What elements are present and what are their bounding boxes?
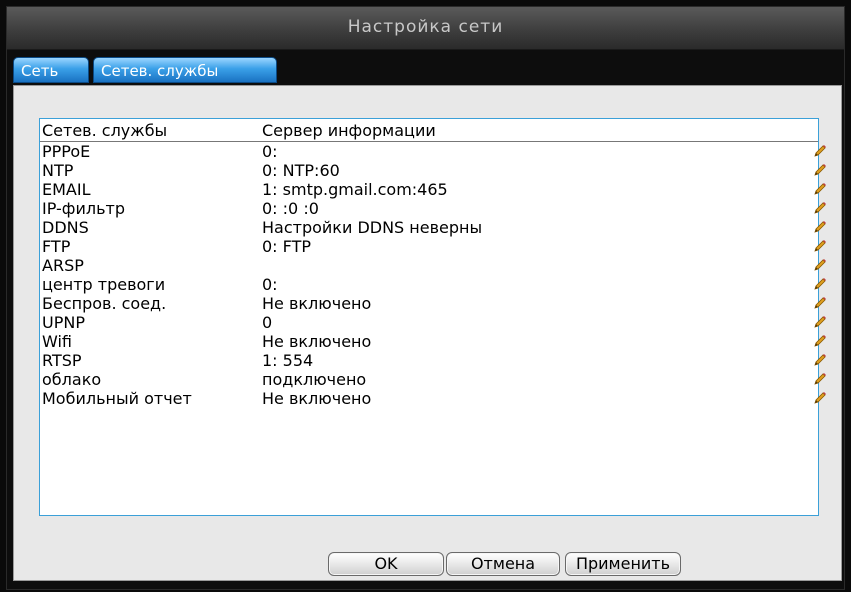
title-bar[interactable]: Настройка сети (7, 7, 844, 50)
table-row[interactable]: Мобильный отчет Не включено (40, 389, 826, 408)
service-info: Не включено (262, 294, 372, 313)
service-info: 1: smtp.gmail.com:465 (262, 180, 448, 199)
list-header: Сетев. службы Сервер информации (40, 121, 818, 142)
table-row[interactable]: центр тревоги 0: (40, 275, 826, 294)
service-name: Мобильный отчет (42, 389, 192, 408)
service-name: облако (42, 370, 102, 389)
ok-button[interactable]: OK (328, 552, 444, 576)
service-name: PPPoE (42, 142, 91, 161)
service-name: NTP (42, 161, 74, 180)
pencil-edit-icon[interactable] (812, 257, 828, 273)
service-name: Wifi (42, 332, 72, 351)
pencil-edit-icon[interactable] (812, 314, 828, 330)
pencil-edit-icon[interactable] (812, 200, 828, 216)
service-name: RTSP (42, 351, 82, 370)
service-name: IP-фильтр (42, 199, 125, 218)
network-settings-window: Настройка сети Сеть Сетев. службы Сетев.… (6, 6, 845, 590)
window-title: Настройка сети (347, 17, 504, 37)
table-row[interactable]: PPPoE 0: (40, 142, 826, 161)
pencil-edit-icon[interactable] (812, 333, 828, 349)
table-row[interactable]: IP-фильтр 0: :0 :0 (40, 199, 826, 218)
table-row[interactable]: облако подключено (40, 370, 826, 389)
header-server-info: Сервер информации (262, 121, 436, 140)
services-list: Сетев. службы Сервер информации PPPoE 0: N… (39, 118, 826, 516)
table-row[interactable]: DDNS Настройки DDNS неверны (40, 218, 826, 237)
settings-panel: Сетев. службы Сервер информации PPPoE 0: N… (13, 85, 842, 581)
header-services: Сетев. службы (42, 121, 168, 140)
pencil-edit-icon[interactable] (812, 371, 828, 387)
pencil-edit-icon[interactable] (812, 162, 828, 178)
pencil-edit-icon[interactable] (812, 238, 828, 254)
pencil-edit-icon[interactable] (812, 181, 828, 197)
pencil-edit-icon[interactable] (812, 276, 828, 292)
table-row[interactable]: ARSP (40, 256, 826, 275)
service-info: 0: NTP:60 (262, 161, 340, 180)
pencil-edit-icon[interactable] (812, 352, 828, 368)
table-row[interactable]: Беспров. соед. Не включено (40, 294, 826, 313)
table-row[interactable]: RTSP 1: 554 (40, 351, 826, 370)
service-info: Не включено (262, 389, 372, 408)
service-name: UPNP (42, 313, 85, 332)
service-name: EMAIL (42, 180, 91, 199)
service-info: Не включено (262, 332, 372, 351)
service-info: 0 (262, 313, 273, 332)
service-info: 0: (262, 275, 278, 294)
service-info: 0: FTP (262, 237, 311, 256)
service-name: DDNS (42, 218, 89, 237)
service-info: 1: 554 (262, 351, 314, 370)
pencil-edit-icon[interactable] (812, 143, 828, 159)
apply-button[interactable]: Применить (565, 552, 681, 576)
table-row[interactable]: NTP 0: NTP:60 (40, 161, 826, 180)
service-info: 0: (262, 142, 278, 161)
service-name: ARSP (42, 256, 84, 275)
service-name: Беспров. соед. (42, 294, 167, 313)
service-info: Настройки DDNS неверны (262, 218, 483, 237)
service-info: подключено (262, 370, 367, 389)
cancel-button[interactable]: Отмена (446, 552, 560, 576)
pencil-edit-icon[interactable] (812, 295, 828, 311)
service-name: FTP (42, 237, 71, 256)
service-info: 0: :0 :0 (262, 199, 319, 218)
pencil-edit-icon[interactable] (812, 219, 828, 235)
table-row[interactable]: FTP 0: FTP (40, 237, 826, 256)
tab-network[interactable]: Сеть (13, 57, 89, 83)
table-row[interactable]: Wifi Не включено (40, 332, 826, 351)
pencil-edit-icon[interactable] (812, 390, 828, 406)
table-row[interactable]: UPNP 0 (40, 313, 826, 332)
tab-network-services[interactable]: Сетев. службы (93, 57, 277, 83)
service-name: центр тревоги (42, 275, 166, 294)
table-row[interactable]: EMAIL 1: smtp.gmail.com:465 (40, 180, 826, 199)
